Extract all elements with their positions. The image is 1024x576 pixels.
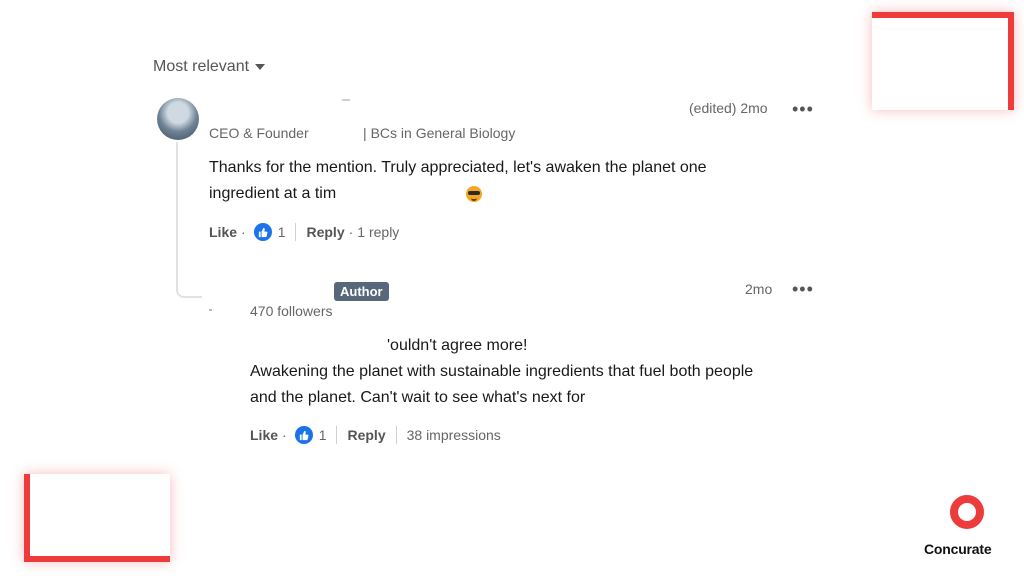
divider [336,426,338,444]
author-headline: CEO & Founder | BCs in General Biology [209,125,516,141]
comment-timestamp: 2mo [745,281,773,297]
comment-text-line: 'ouldn't agree more! [387,337,528,354]
concurate-logo-icon [950,495,984,529]
thread-connector [176,142,202,298]
reply-button[interactable]: Reply [306,224,344,240]
comment-timestamp: (edited) 2mo [689,100,768,116]
sort-label: Most relevant [153,58,250,75]
like-reaction-icon[interactable] [253,223,272,241]
author-badge: Author [334,282,389,301]
comment-text-line: and the planet. Can't wait to see what's… [250,389,586,406]
impressions-count[interactable]: 38 impressions [407,427,501,443]
more-options-icon[interactable]: ••• [792,100,814,118]
more-options-icon[interactable]: ••• [792,280,814,298]
comment-text: Awakening the planet with sustainable in… [250,359,753,411]
corner-accent-top-right [872,12,1014,110]
reply-count-link[interactable]: 1 reply [357,224,399,240]
divider [395,426,397,444]
divider [295,223,297,241]
comment-text: Thanks for the mention. Truly appreciate… [209,155,707,207]
sunglasses-emoji-icon [466,186,483,202]
corner-accent-bottom-left [24,474,170,562]
comment-text-line: Thanks for the mention. Truly appreciate… [209,159,707,176]
avatar[interactable] [209,309,212,311]
avatar[interactable] [157,98,199,140]
like-count[interactable]: 1 [278,224,286,240]
brand-name: Concurate [924,541,992,557]
like-count[interactable]: 1 [319,427,327,443]
reply-button[interactable]: Reply [347,427,385,443]
comment-actions: Like · 1 Reply 38 impressions [250,426,501,444]
comment-text-line: ingredient at a tim [209,185,337,202]
comment-actions: Like · 1 Reply · 1 reply [209,223,400,241]
like-button[interactable]: Like [250,427,278,443]
like-reaction-icon[interactable] [294,426,313,444]
sort-dropdown[interactable]: Most relevant [153,58,266,76]
caret-down-icon [255,64,266,70]
like-button[interactable]: Like [209,224,237,240]
author-name[interactable] [342,99,350,101]
comment-text-line: Awakening the planet with sustainable in… [250,363,754,380]
follower-count: 470 followers [250,303,333,319]
